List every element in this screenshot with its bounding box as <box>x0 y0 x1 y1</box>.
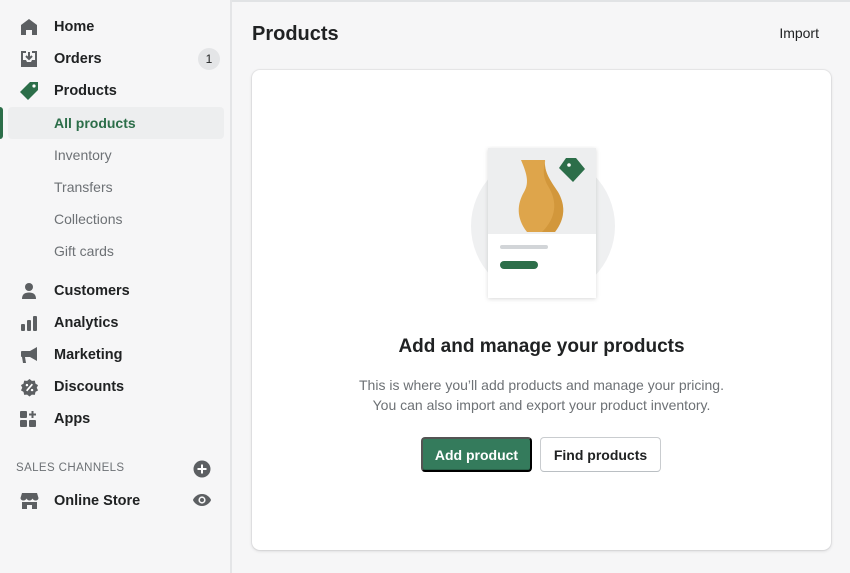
add-product-button[interactable]: Add product <box>421 437 532 472</box>
description-line: You can also import and export your prod… <box>372 397 711 413</box>
empty-state-card: Add and manage your products This is whe… <box>252 70 831 550</box>
sidebar-subitem-label: Transfers <box>54 179 113 195</box>
sidebar-subitem-inventory[interactable]: Inventory <box>0 140 232 170</box>
sidebar-item-apps[interactable]: Apps <box>0 404 232 434</box>
sidebar-subitem-label: Gift cards <box>54 243 114 259</box>
import-button[interactable]: Import <box>779 25 819 41</box>
sidebar-item-label: Orders <box>54 51 102 67</box>
sidebar-subitem-transfers[interactable]: Transfers <box>0 172 232 202</box>
sidebar: Home Orders 1 Products All products Inve… <box>0 0 232 573</box>
sidebar-subitem-collections[interactable]: Collections <box>0 204 232 234</box>
orders-icon <box>19 49 39 69</box>
add-sales-channel-icon[interactable] <box>193 460 211 478</box>
empty-state-illustration <box>468 146 618 306</box>
empty-state-title: Add and manage your products <box>398 336 685 357</box>
apps-icon <box>19 409 39 429</box>
sidebar-subitem-gift-cards[interactable]: Gift cards <box>0 236 232 266</box>
sidebar-item-marketing[interactable]: Marketing <box>0 340 232 370</box>
tag-icon <box>19 81 39 101</box>
orders-count-badge: 1 <box>198 48 220 70</box>
sidebar-item-label: Home <box>54 19 95 35</box>
sidebar-subitem-all-products[interactable]: All products <box>0 107 232 139</box>
megaphone-icon <box>19 345 39 365</box>
sidebar-item-label: Customers <box>54 283 130 299</box>
page-title: Products <box>252 23 339 45</box>
view-online-store-eye-icon[interactable] <box>192 492 212 510</box>
store-icon <box>19 491 39 511</box>
sidebar-item-label: Online Store <box>54 493 141 509</box>
sidebar-item-home[interactable]: Home <box>0 12 232 42</box>
home-icon <box>19 17 39 37</box>
sidebar-item-orders[interactable]: Orders 1 <box>0 44 232 74</box>
sales-channels-heading: SALES CHANNELS <box>16 462 125 474</box>
sidebar-item-label: Discounts <box>54 379 125 395</box>
sidebar-item-discounts[interactable]: Discounts <box>0 372 232 402</box>
main-content: Products Import Add and manage your prod… <box>232 0 850 573</box>
find-products-button[interactable]: Find products <box>540 437 661 472</box>
sidebar-item-label: Apps <box>54 411 91 427</box>
sidebar-subitem-label: All products <box>54 115 136 131</box>
sidebar-item-label: Analytics <box>54 315 119 331</box>
sidebar-subitem-label: Collections <box>54 211 123 227</box>
sidebar-item-customers[interactable]: Customers <box>0 276 232 306</box>
discount-icon <box>19 377 39 397</box>
analytics-icon <box>19 313 39 333</box>
sidebar-subitem-label: Inventory <box>54 147 112 163</box>
sidebar-item-label: Products <box>54 83 117 99</box>
sidebar-item-label: Marketing <box>54 347 123 363</box>
customer-icon <box>19 281 39 301</box>
sidebar-item-products[interactable]: Products <box>0 76 232 106</box>
active-indicator <box>0 107 3 139</box>
description-line: This is where you’ll add products and ma… <box>359 377 724 393</box>
sidebar-item-analytics[interactable]: Analytics <box>0 308 232 338</box>
product-card-graphic <box>488 148 596 298</box>
empty-state-description: This is where you’ll add products and ma… <box>252 375 831 415</box>
